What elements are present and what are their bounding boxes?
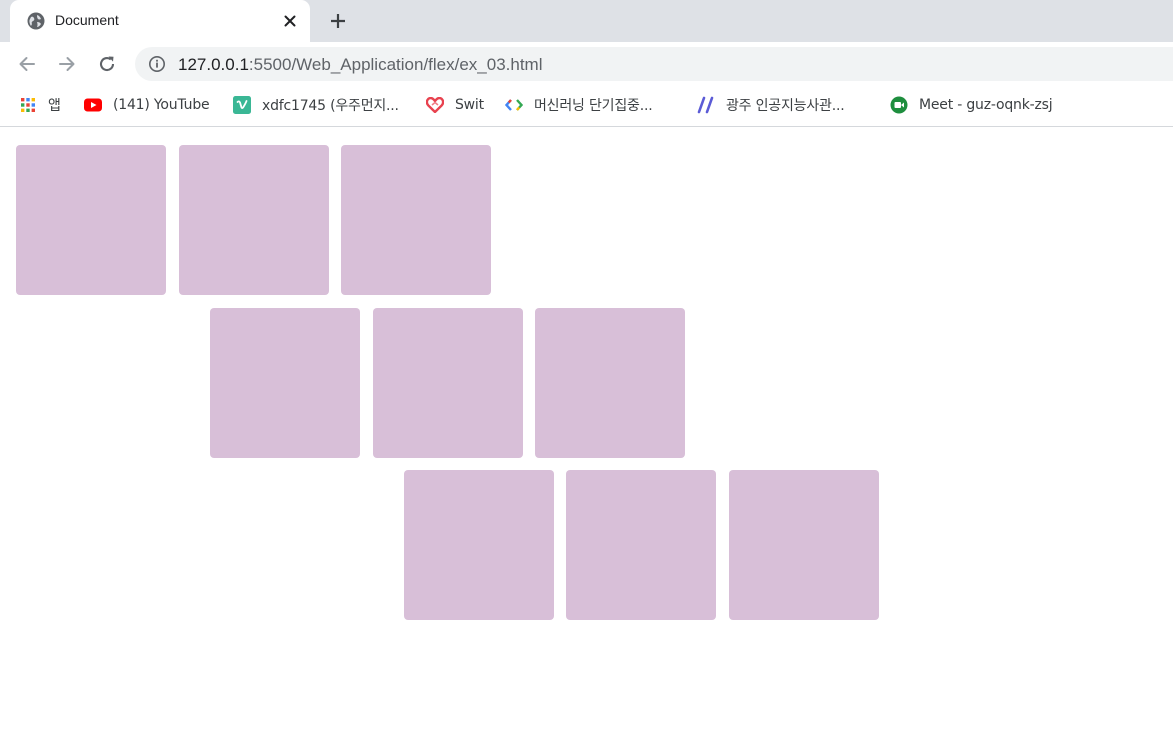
bookmark-label: 머신러닝 단기집중... xyxy=(534,98,653,114)
apps-grid-icon xyxy=(19,96,37,114)
bookmark-meet[interactable]: Meet - guz-oqnk-zsj xyxy=(890,95,1053,115)
url-host: 127.0.0.1 xyxy=(178,55,249,74)
bookmark-label: (141) YouTube xyxy=(113,97,210,113)
flex-item xyxy=(404,470,554,620)
swit-heart-icon xyxy=(426,96,444,114)
bookmark-apps[interactable]: 앱 xyxy=(19,95,61,115)
bookmark-label: Meet - guz-oqnk-zsj xyxy=(919,97,1053,113)
flex-item xyxy=(373,308,523,458)
flex-item xyxy=(210,308,360,458)
flex-item xyxy=(341,145,491,295)
bookmark-swit[interactable]: Swit xyxy=(426,95,484,115)
bookmark-ai-academy[interactable]: 광주 인공지능사관... xyxy=(697,95,845,115)
bookmark-youtube[interactable]: (141) YouTube xyxy=(84,95,210,115)
bookmark-label: 앱 xyxy=(48,98,61,114)
bookmarks-bar: 앱 (141) YouTube xdfc1745 (우주먼지... Swit 머… xyxy=(0,86,1173,127)
flex-item xyxy=(729,470,879,620)
flex-item xyxy=(16,145,166,295)
bookmark-label: 광주 인공지능사관... xyxy=(726,98,845,114)
browser-toolbar: 127.0.0.1:5500/Web_Application/flex/ex_0… xyxy=(0,42,1173,86)
page-viewport xyxy=(0,128,1173,751)
info-icon[interactable] xyxy=(148,55,166,73)
flex-item xyxy=(179,145,329,295)
slash-logo-icon xyxy=(697,96,715,114)
reload-icon[interactable] xyxy=(95,52,119,76)
bookmark-label: Swit xyxy=(455,97,484,113)
flex-item xyxy=(535,308,685,458)
bookmark-label: xdfc1745 (우주먼지... xyxy=(262,98,399,114)
tab-strip: Document xyxy=(0,0,1173,42)
url-path: :5500/Web_Application/flex/ex_03.html xyxy=(248,55,543,74)
tab-document[interactable]: Document xyxy=(10,0,310,42)
new-tab-plus-icon[interactable] xyxy=(326,9,350,33)
address-bar[interactable]: 127.0.0.1:5500/Web_Application/flex/ex_0… xyxy=(135,47,1173,81)
tab-title: Document xyxy=(55,12,119,28)
youtube-icon xyxy=(84,96,102,114)
bookmark-ml-crash-course[interactable]: 머신러닝 단기집중... xyxy=(505,95,653,115)
meet-icon xyxy=(890,96,908,114)
forward-arrow-icon[interactable] xyxy=(55,52,79,76)
globe-icon xyxy=(26,11,46,31)
vimeo-icon xyxy=(233,96,251,114)
url-text: 127.0.0.1:5500/Web_Application/flex/ex_0… xyxy=(178,55,543,75)
google-dev-icon xyxy=(505,96,523,114)
bookmark-vimeo[interactable]: xdfc1745 (우주먼지... xyxy=(233,95,399,115)
flex-item xyxy=(566,470,716,620)
close-tab-icon[interactable] xyxy=(280,11,300,31)
back-arrow-icon[interactable] xyxy=(15,52,39,76)
